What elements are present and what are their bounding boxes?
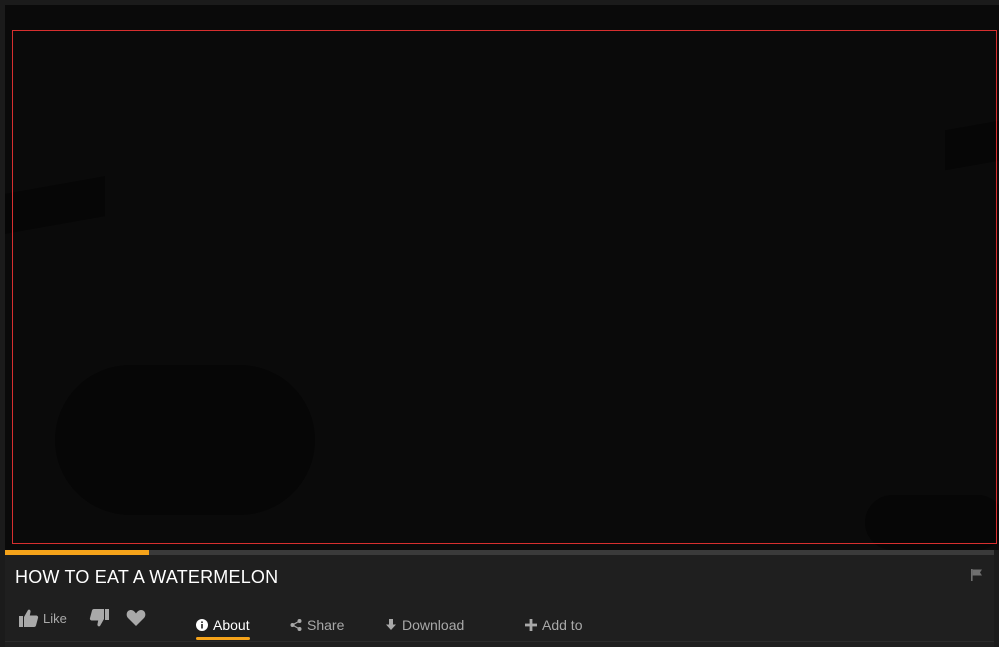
video-info-bar: HOW TO EAT A WATERMELON Like About Share… bbox=[5, 555, 994, 647]
tab-about[interactable]: About bbox=[196, 611, 250, 640]
share-icon bbox=[290, 619, 302, 631]
like-button[interactable]: Like bbox=[19, 609, 67, 627]
tab-download[interactable]: Download bbox=[385, 611, 464, 639]
video-frame-highlight bbox=[12, 30, 997, 544]
tab-add-to[interactable]: Add to bbox=[525, 611, 582, 639]
like-label: Like bbox=[43, 610, 67, 626]
divider bbox=[5, 641, 994, 642]
tab-add-to-label: Add to bbox=[542, 617, 583, 633]
active-tab-indicator bbox=[196, 637, 250, 640]
tab-share-label: Share bbox=[307, 617, 345, 633]
video-title: HOW TO EAT A WATERMELON bbox=[15, 567, 279, 587]
heart-icon bbox=[126, 609, 146, 627]
flag-icon[interactable] bbox=[970, 568, 986, 584]
tab-download-label: Download bbox=[402, 617, 465, 633]
tab-share[interactable]: Share bbox=[290, 611, 344, 639]
plus-icon bbox=[525, 619, 537, 631]
thumbs-up-icon bbox=[19, 609, 39, 627]
favorite-button[interactable] bbox=[126, 609, 146, 627]
info-icon bbox=[196, 619, 208, 631]
dislike-button[interactable] bbox=[89, 609, 109, 627]
thumbs-down-icon bbox=[89, 609, 109, 627]
tab-about-label: About bbox=[213, 617, 250, 633]
download-icon bbox=[385, 619, 397, 631]
